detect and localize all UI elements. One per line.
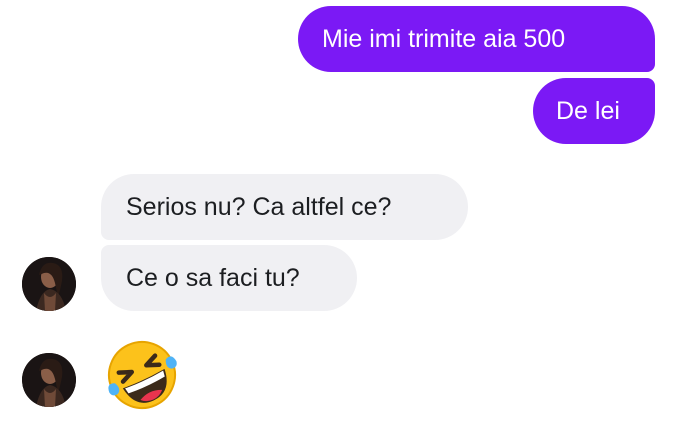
- avatar-photo-icon: [22, 257, 76, 311]
- message-text: Serios nu? Ca altfel ce?: [126, 192, 392, 221]
- avatar-photo-icon: [22, 353, 76, 407]
- incoming-message[interactable]: Serios nu? Ca altfel ce?: [101, 174, 468, 240]
- contact-avatar[interactable]: [22, 257, 76, 311]
- outgoing-message[interactable]: De lei: [533, 78, 655, 144]
- outgoing-message[interactable]: Mie imi trimite aia 500: [298, 6, 655, 72]
- rolling-on-floor-laughing-emoji[interactable]: [104, 337, 180, 413]
- message-text: De lei: [556, 96, 620, 125]
- message-text: Ce o sa faci tu?: [126, 263, 300, 292]
- message-text: Mie imi trimite aia 500: [322, 24, 566, 53]
- laughing-emoji-icon: [108, 341, 177, 409]
- contact-avatar[interactable]: [22, 353, 76, 407]
- chat-thread: Mie imi trimite aia 500 De lei Serios nu…: [0, 0, 700, 428]
- incoming-message[interactable]: Ce o sa faci tu?: [101, 245, 357, 311]
